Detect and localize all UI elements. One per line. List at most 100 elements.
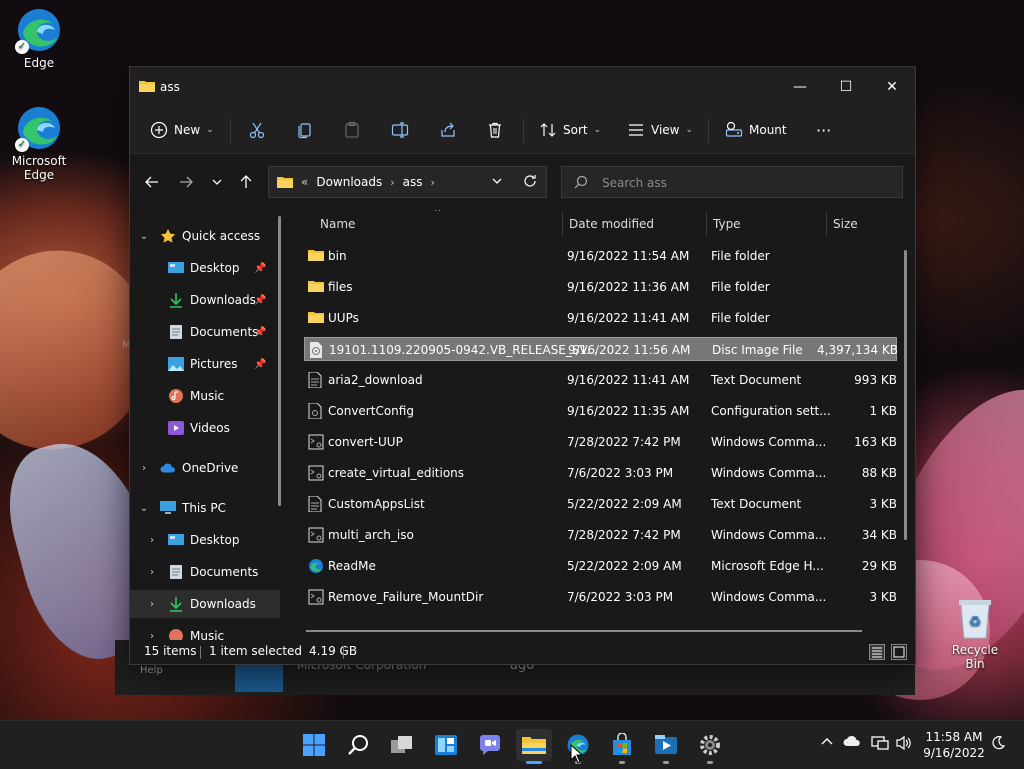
breadcrumb-separator-icon[interactable]: › (431, 176, 435, 189)
chevron-down-icon[interactable]: ⌄ (138, 231, 150, 242)
nav-qa-pictures[interactable]: Pictures 📌 (130, 350, 280, 378)
file-row[interactable]: CustomAppsList 5/22/2022 2:09 AM Text Do… (304, 492, 897, 516)
desktop-icon (168, 260, 184, 276)
chevron-down-icon[interactable]: ⌄ (138, 503, 150, 514)
desktop-icon-edge[interactable]: ✓ Edge (0, 6, 78, 70)
taskbar-search-button[interactable] (340, 729, 376, 761)
file-explorer-taskbar-button[interactable] (516, 729, 552, 764)
settings-taskbar-button[interactable] (692, 729, 728, 764)
chevron-right-icon[interactable]: › (146, 631, 158, 641)
details-view-button[interactable] (869, 644, 885, 660)
file-row[interactable]: ReadMe 5/22/2022 2:09 AM Microsoft Edge … (304, 554, 897, 578)
file-row[interactable]: files 9/16/2022 11:36 AM File folder (304, 275, 897, 299)
address-history-button[interactable] (491, 175, 503, 190)
chevron-right-icon[interactable]: › (146, 567, 158, 578)
media-taskbar-button[interactable] (648, 729, 684, 764)
column-date-modified[interactable]: Date modified (569, 217, 654, 231)
file-row[interactable]: Remove_Failure_MountDir 7/6/2022 3:03 PM… (304, 585, 897, 609)
file-list-scrollbar[interactable] (904, 250, 907, 540)
search-input[interactable] (600, 173, 894, 193)
forward-button[interactable] (176, 172, 196, 192)
search-box[interactable] (561, 166, 903, 198)
nav-qa-music[interactable]: Music (130, 382, 280, 410)
chevron-right-icon[interactable]: › (146, 535, 158, 546)
refresh-button[interactable] (523, 174, 537, 191)
volume-icon[interactable] (895, 735, 913, 755)
address-bar[interactable]: « Downloads › ass › (268, 166, 547, 198)
file-row[interactable]: create_virtual_editions 7/6/2022 3:03 PM… (304, 461, 897, 485)
new-button[interactable]: New ⌄ (150, 117, 214, 143)
window-title: ass (160, 80, 180, 94)
close-button[interactable]: ✕ (869, 67, 915, 107)
delete-button[interactable] (486, 117, 504, 143)
up-button[interactable] (236, 172, 256, 192)
copy-button[interactable] (296, 117, 314, 143)
breadcrumb-downloads[interactable]: Downloads (316, 175, 382, 189)
nav-qa-videos[interactable]: Videos (130, 414, 280, 442)
desktop-icon-microsoft-edge[interactable]: ✓ Microsoft Edge (0, 104, 78, 182)
nav-qa-downloads[interactable]: Downloads 📌 (130, 286, 280, 314)
file-date: 9/16/2022 11:56 AM (568, 343, 691, 357)
mount-button[interactable]: Mount (725, 117, 787, 143)
paste-button[interactable] (343, 117, 361, 143)
nav-quick-access[interactable]: ⌄ Quick access (130, 222, 280, 250)
minimize-button[interactable]: — (777, 67, 823, 107)
chevron-up-icon[interactable] (820, 735, 834, 753)
file-row[interactable]: UUPs 9/16/2022 11:41 AM File folder (304, 306, 897, 330)
pin-icon[interactable]: 📌 (254, 263, 266, 274)
help-label[interactable]: Help (140, 665, 163, 676)
clock[interactable]: 11:58 AM 9/16/2022 (918, 729, 990, 761)
trash-icon (489, 122, 501, 138)
breadcrumb-ass[interactable]: ass (403, 175, 423, 189)
widgets-button[interactable] (428, 729, 464, 761)
horizontal-scrollbar[interactable] (306, 630, 862, 632)
view-button[interactable]: View ⌄ (627, 117, 693, 143)
nav-this-pc[interactable]: ⌄ This PC (130, 494, 280, 522)
file-row[interactable]: aria2_download 9/16/2022 11:41 AM Text D… (304, 368, 897, 392)
nav-pc-desktop[interactable]: › Desktop (130, 526, 280, 554)
network-icon[interactable] (871, 735, 889, 755)
chevron-right-icon[interactable]: › (138, 463, 150, 474)
task-view-button[interactable] (384, 729, 420, 761)
nav-pc-music[interactable]: › Music (130, 622, 280, 640)
tiles-view-button[interactable] (891, 644, 907, 660)
breadcrumb-separator-icon[interactable]: › (390, 176, 394, 189)
breadcrumb-overflow[interactable]: « (301, 175, 308, 189)
onedrive-tray-icon[interactable] (843, 735, 861, 751)
column-type[interactable]: Type (713, 217, 741, 231)
pin-icon[interactable]: 📌 (254, 327, 266, 338)
file-row-selected[interactable]: 19101.1109.220905-0942.VB_RELEASE_SV... … (304, 337, 898, 361)
column-name[interactable]: Name (320, 217, 355, 231)
cut-button[interactable] (248, 117, 266, 143)
more-options-button[interactable]: ··· (816, 117, 831, 143)
nav-qa-desktop[interactable]: Desktop 📌 (130, 254, 280, 282)
file-row[interactable]: convert-UUP 7/28/2022 7:42 PM Windows Co… (304, 430, 897, 454)
nav-label: Documents (190, 565, 259, 579)
recent-locations-button[interactable] (207, 172, 227, 192)
nav-scrollbar[interactable] (278, 216, 281, 506)
chevron-right-icon[interactable]: › (146, 599, 158, 610)
start-button[interactable] (296, 729, 332, 761)
title-bar[interactable]: ass — ☐ ✕ (130, 67, 915, 107)
nav-onedrive[interactable]: › OneDrive (130, 454, 280, 482)
file-row[interactable]: multi_arch_iso 7/28/2022 7:42 PM Windows… (304, 523, 897, 547)
back-button[interactable] (142, 172, 162, 192)
nav-pc-documents[interactable]: › Documents (130, 558, 280, 586)
column-size[interactable]: Size (833, 217, 858, 231)
file-row[interactable]: ConvertConfig 9/16/2022 11:35 AM Configu… (304, 399, 897, 423)
maximize-button[interactable]: ☐ (823, 67, 869, 107)
pin-icon[interactable]: 📌 (254, 359, 266, 370)
share-button[interactable] (439, 117, 457, 143)
rename-button[interactable] (391, 117, 409, 143)
nav-pc-downloads[interactable]: › Downloads (130, 590, 280, 618)
nav-qa-documents[interactable]: Documents 📌 (130, 318, 280, 346)
notification-moon-icon[interactable] (990, 735, 1006, 755)
teams-chat-button[interactable] (472, 729, 508, 761)
desktop-icon-recycle-bin[interactable]: ♻ Recycle Bin (942, 596, 1008, 671)
sort-button[interactable]: Sort ⌄ (539, 117, 601, 143)
arrow-left-icon (145, 176, 158, 188)
store-taskbar-button[interactable] (604, 729, 640, 764)
file-size: 88 KB (861, 466, 897, 480)
file-row[interactable]: bin 9/16/2022 11:54 AM File folder (304, 244, 897, 268)
pin-icon[interactable]: 📌 (254, 295, 266, 306)
